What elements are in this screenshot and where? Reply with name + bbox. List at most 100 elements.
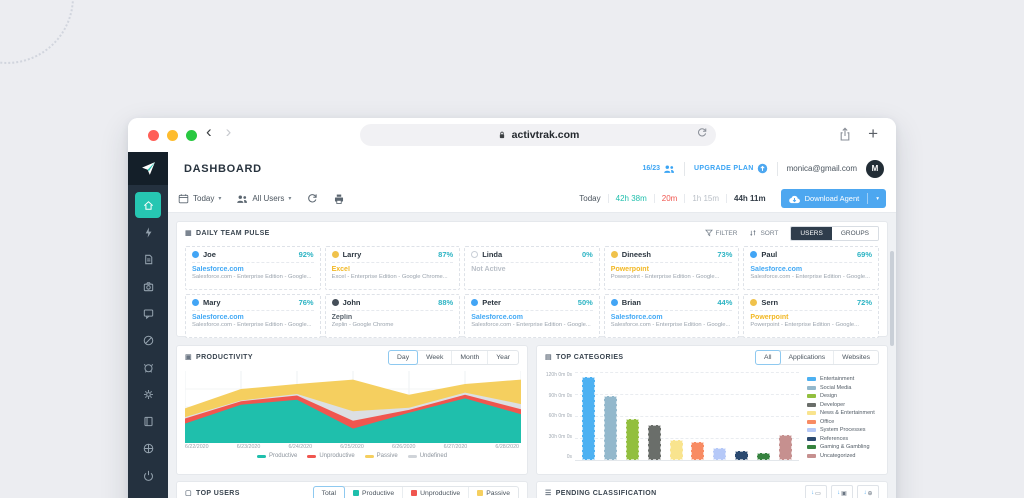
license-count[interactable]: 16/23: [642, 164, 675, 174]
team-pulse-card[interactable]: Larry 87% Excel Excel - Enterprise Edition …: [324, 246, 461, 290]
sidebar-item-settings[interactable]: [135, 381, 161, 407]
toggle-users[interactable]: USERS: [791, 226, 832, 240]
activtrak-logo[interactable]: [128, 152, 168, 185]
filter-button[interactable]: FILTER: [704, 229, 737, 237]
sidebar-item-alarm[interactable]: [135, 354, 161, 380]
avatar[interactable]: M: [866, 159, 884, 178]
alerts-chat-icon: [143, 308, 153, 319]
productivity-period-tabs: Day Week Month Year: [388, 349, 519, 365]
x-tick-label: 6/22/2020: [185, 444, 209, 450]
bar-references[interactable]: [735, 451, 749, 460]
team-pulse-card[interactable]: Mary 76% Salesforce.com Salesforce.com - En…: [185, 294, 321, 338]
bar-news-entertainment[interactable]: [669, 440, 683, 460]
bar-system-processes[interactable]: [713, 448, 727, 460]
time-stat[interactable]: 20m: [655, 194, 686, 203]
team-pulse-card[interactable]: Dineesh 73% Powerpoint Powerpoint - Enterpr…: [603, 246, 740, 290]
toggle-groups[interactable]: GROUPS: [831, 226, 878, 240]
pulse-current-app[interactable]: Zeplin: [332, 314, 454, 321]
download-agent-button[interactable]: Download Agent ▾: [780, 189, 886, 208]
sidebar-item-power[interactable]: [135, 462, 161, 488]
team-pulse-card[interactable]: Joe 92% Salesforce.com Salesforce.com - Ent…: [185, 246, 321, 290]
scrollbar[interactable]: [890, 251, 894, 346]
bar-gaming-gambling[interactable]: [757, 452, 770, 460]
bar-design[interactable]: [625, 418, 639, 460]
time-stat[interactable]: Today: [572, 194, 609, 203]
date-range-dropdown[interactable]: Today ▾: [178, 193, 221, 204]
panel-title-top-categories: ▤ TOP CATEGORIES: [545, 353, 624, 362]
pulse-current-app[interactable]: Salesforce.com: [611, 314, 733, 321]
categories-legend: Entertainment Social Media Design Developer…: [807, 372, 875, 461]
zoom-window-button[interactable]: [186, 130, 197, 141]
team-pulse-card[interactable]: Paul 69% Salesforce.com Salesforce.com - En…: [743, 246, 879, 290]
pulse-current-app[interactable]: Powerpoint: [611, 266, 733, 273]
sidebar-item-activity[interactable]: [135, 219, 161, 245]
pulse-current-app[interactable]: Salesforce.com: [471, 314, 593, 321]
refresh-icon[interactable]: [306, 193, 318, 205]
legend-item: News & Entertainment: [807, 410, 875, 416]
time-stat[interactable]: 42h 38m: [609, 194, 655, 203]
legend-label: Developer: [820, 401, 846, 408]
pulse-current-app[interactable]: Powerpoint: [750, 314, 872, 321]
tab-total[interactable]: Total: [312, 485, 345, 498]
tab-year[interactable]: Year: [487, 350, 518, 364]
time-stat[interactable]: 44h 11m: [727, 194, 773, 203]
tab-productive[interactable]: Productive: [344, 486, 402, 498]
share-icon[interactable]: [838, 127, 852, 142]
pulse-app-detail: Salesforce.com - Enterprise Edition - Go…: [610, 322, 731, 328]
tab-websites[interactable]: Websites: [833, 350, 878, 364]
sidebar-item-logbook[interactable]: [135, 408, 161, 434]
pulse-current-app[interactable]: Salesforce.com: [192, 314, 314, 321]
pulse-current-app[interactable]: Salesforce.com: [192, 266, 314, 273]
print-icon[interactable]: [333, 193, 345, 205]
sidebar-item-report[interactable]: [135, 246, 161, 272]
chevron-down-icon[interactable]: ▾: [872, 196, 879, 202]
legend-chip-icon: [407, 454, 417, 458]
team-pulse-card[interactable]: Sern 72% Powerpoint Powerpoint - Enterprise…: [743, 294, 879, 338]
users-groups-toggle: USERS GROUPS: [790, 225, 879, 241]
close-window-button[interactable]: [148, 130, 159, 141]
bar-developer[interactable]: [647, 424, 661, 460]
pulse-current-app[interactable]: Excel: [332, 266, 454, 273]
team-pulse-card[interactable]: Linda 0% Not Active: [464, 246, 600, 290]
new-tab-button[interactable]: +: [868, 124, 878, 144]
bar-social-media[interactable]: [603, 396, 617, 460]
minimize-window-button[interactable]: [167, 130, 178, 141]
bar-office[interactable]: [691, 442, 705, 460]
download-users-button[interactable]: ↓ ▣: [831, 484, 853, 498]
team-pulse-card[interactable]: Brian 44% Salesforce.com Salesforce.com - E…: [603, 294, 740, 338]
tab-passive[interactable]: Passive: [468, 486, 518, 498]
team-pulse-card[interactable]: John 88% Zeplin Zeplin - Google Chrome: [324, 294, 461, 338]
upgrade-plan-link[interactable]: UPGRADE PLAN: [694, 163, 768, 174]
user-filter-dropdown[interactable]: All Users ▾: [236, 194, 291, 204]
bar-uncategorized[interactable]: [778, 435, 792, 460]
tab-month[interactable]: Month: [451, 350, 487, 364]
sidebar-item-blocking[interactable]: [135, 327, 161, 353]
download-users-icon: ▣: [841, 490, 847, 497]
download-apps-button[interactable]: ↓ ▭: [805, 484, 827, 498]
sidebar-item-home[interactable]: [135, 192, 161, 218]
legend-item-unproductive: Unproductive: [307, 453, 355, 459]
sort-button[interactable]: SORT: [749, 229, 778, 237]
legend-item: System Processes: [807, 427, 875, 433]
sidebar-item-alerts-chat[interactable]: [135, 300, 161, 326]
tab-week[interactable]: Week: [417, 350, 451, 364]
download-websites-button[interactable]: ↓ ⊕: [857, 484, 879, 498]
pulse-app-detail: Powerpoint - Enterprise Edition - Google…: [750, 322, 859, 328]
tab-all[interactable]: All: [754, 349, 781, 365]
url-bar[interactable]: activtrak.com: [360, 124, 716, 146]
bar-entertainment[interactable]: [582, 377, 595, 460]
pulse-current-app[interactable]: Not Active: [471, 266, 593, 273]
pulse-current-app[interactable]: Salesforce.com: [750, 266, 872, 273]
tab-applications[interactable]: Applications: [779, 350, 834, 364]
sidebar-item-screenshot[interactable]: [135, 273, 161, 299]
browser-back-button[interactable]: ‹: [206, 122, 212, 142]
sidebar-item-target[interactable]: [135, 435, 161, 461]
browser-forward-button[interactable]: ›: [226, 122, 232, 142]
tab-day[interactable]: Day: [388, 349, 419, 365]
time-stat[interactable]: 1h 15m: [685, 194, 728, 203]
pulse-user-name: Linda: [482, 250, 503, 259]
tab-unproductive[interactable]: Unproductive: [402, 486, 468, 498]
team-pulse-card[interactable]: Peter 50% Salesforce.com Salesforce.com - E…: [464, 294, 600, 338]
account-email[interactable]: monica@gmail.com: [787, 164, 857, 173]
reload-icon[interactable]: [696, 127, 708, 139]
